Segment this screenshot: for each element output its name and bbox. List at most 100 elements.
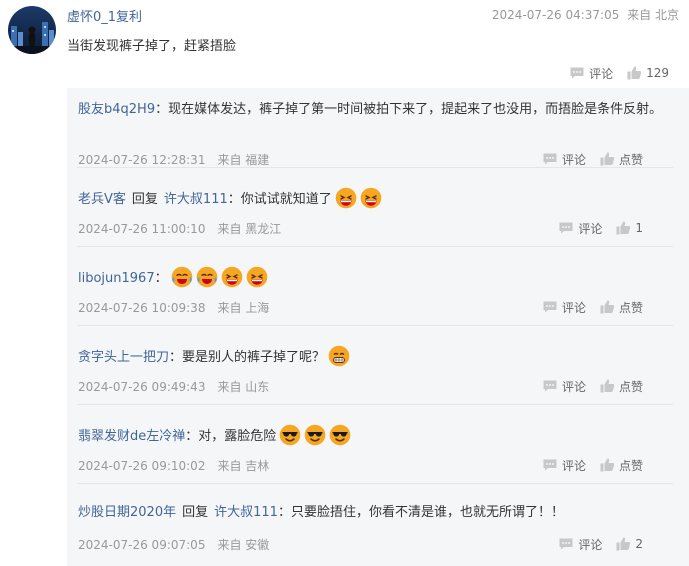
reply-content: libojun1967： bbox=[78, 266, 668, 289]
reply-comment-button[interactable]: 评论 bbox=[542, 299, 586, 316]
reply-like-label: 1 bbox=[635, 221, 643, 235]
reply-comment-button[interactable]: 评论 bbox=[542, 378, 586, 395]
reply-keyword: 回复 bbox=[182, 505, 209, 520]
reply-like-label: 点赞 bbox=[618, 379, 643, 394]
reply-like-button[interactable]: 点赞 bbox=[600, 151, 643, 168]
reply-item: libojun1967： 2024-07-26 10:09:38 来自 上海 评论 点赞 bbox=[67, 246, 673, 325]
reply-actions: 评论 1 bbox=[558, 219, 643, 237]
reply-comment-label: 评论 bbox=[561, 379, 586, 394]
reply-item: 老兵V客 回复 许大叔111：你试试就知道了 2024-07-26 11:00:10 来… bbox=[67, 167, 673, 246]
main-comment-location: 来自 北京 bbox=[627, 8, 679, 22]
reply-text: ：要是别人的裤子掉了呢？ bbox=[169, 350, 326, 365]
main-comment-username[interactable]: 虚怀0_1复利 bbox=[67, 6, 142, 25]
reply-username[interactable]: libojun1967 bbox=[78, 271, 155, 286]
comment-icon bbox=[542, 379, 558, 393]
sunglasses-emoji bbox=[329, 424, 351, 446]
reply-item: 股友b4q2H9：现在媒体发达，裤子掉了第一时间被拍下来了，提起来了也没用，而捂… bbox=[67, 88, 673, 167]
reply-content: 贪字头上一把刀：要是别人的裤子掉了呢？ bbox=[78, 345, 668, 368]
reply-content: 炒股日期2020年 回复 许大叔111：只要脸捂住，你看不清是谁，也就无所谓了！！ bbox=[78, 503, 668, 523]
reply-actions: 评论 点赞 bbox=[542, 298, 643, 316]
reply-content: 股友b4q2H9：现在媒体发达，裤子掉了第一时间被拍下来了，提起来了也没用，而捂… bbox=[78, 100, 668, 120]
reply-username[interactable]: 股友b4q2H9 bbox=[78, 102, 155, 117]
comment-button[interactable]: 评论 bbox=[569, 65, 613, 82]
reply-divider bbox=[77, 404, 673, 405]
thumbs-up-icon bbox=[600, 300, 615, 314]
reply-actions: 评论 点赞 bbox=[542, 456, 643, 474]
reply-actions: 评论 点赞 bbox=[542, 377, 643, 395]
reply-like-label: 2 bbox=[635, 537, 643, 551]
reply-username[interactable]: 贪字头上一把刀 bbox=[78, 350, 169, 365]
main-comment: 虚怀0_1复利 2024-07-26 04:37:05 来自 北京 当街发现裤子… bbox=[0, 0, 689, 88]
reply-datetime: 2024-07-26 09:10:02 bbox=[78, 459, 206, 473]
reply-datetime: 2024-07-26 12:28:31 bbox=[78, 153, 206, 167]
reply-like-label: 点赞 bbox=[618, 152, 643, 167]
reply-location: 来自 福建 bbox=[217, 153, 270, 167]
thumbs-up-icon bbox=[616, 537, 631, 551]
laughing-emoji bbox=[360, 187, 382, 209]
reply-divider bbox=[77, 483, 673, 484]
reply-like-label: 点赞 bbox=[618, 300, 643, 315]
reply-target-username[interactable]: 许大叔111 bbox=[214, 505, 278, 520]
reply-text: ：只要脸捂住，你看不清是谁，也就无所谓了！！ bbox=[277, 505, 564, 520]
reply-meta: 2024-07-26 12:28:31 来自 福建 bbox=[78, 151, 269, 168]
reply-location: 来自 上海 bbox=[217, 301, 270, 315]
thumbs-up-icon bbox=[600, 458, 615, 472]
main-comment-text: 当街发现裤子掉了，赶紧捂脸 bbox=[67, 39, 237, 54]
reply-actions: 评论 点赞 bbox=[542, 150, 643, 168]
comment-icon bbox=[542, 152, 558, 166]
like-button[interactable]: 129 bbox=[627, 66, 669, 80]
crying-laughing-emoji bbox=[196, 266, 218, 288]
reply-comment-button[interactable]: 评论 bbox=[558, 220, 602, 237]
comment-icon bbox=[542, 458, 558, 472]
reply-username[interactable]: 炒股日期2020年 bbox=[78, 505, 176, 520]
reply-like-button[interactable]: 点赞 bbox=[600, 457, 643, 474]
reply-content: 老兵V客 回复 许大叔111：你试试就知道了 bbox=[78, 187, 668, 210]
reply-like-button[interactable]: 1 bbox=[616, 221, 643, 235]
reply-comment-label: 评论 bbox=[578, 537, 603, 552]
reply-item: 翡翠发财de左冷禅：对，露脸危险 2024-07-26 09:10:02 来自 吉林… bbox=[67, 404, 673, 483]
sunglasses-emoji bbox=[304, 424, 326, 446]
reply-text: ：对，露脸危险 bbox=[185, 429, 277, 444]
reply-location: 来自 山东 bbox=[217, 380, 270, 394]
laughing-emoji bbox=[335, 187, 357, 209]
comment-thread: 虚怀0_1复利 2024-07-26 04:37:05 来自 北京 当街发现裤子… bbox=[0, 0, 689, 566]
reply-comment-label: 评论 bbox=[561, 152, 586, 167]
reply-meta: 2024-07-26 10:09:38 来自 上海 bbox=[78, 299, 269, 316]
avatar[interactable] bbox=[8, 6, 56, 54]
reply-username[interactable]: 老兵V客 bbox=[78, 192, 126, 207]
grinning-emoji bbox=[328, 345, 350, 367]
main-comment-datetime: 2024-07-26 04:37:05 bbox=[491, 8, 620, 22]
comment-icon bbox=[558, 537, 574, 551]
reply-divider bbox=[77, 325, 673, 326]
reply-datetime: 2024-07-26 09:49:43 bbox=[78, 380, 206, 394]
reply-location: 来自 安徽 bbox=[217, 538, 270, 552]
reply-username[interactable]: 翡翠发财de左冷禅 bbox=[78, 429, 185, 444]
reply-comment-label: 评论 bbox=[578, 221, 603, 236]
reply-target-username[interactable]: 许大叔111 bbox=[164, 192, 228, 207]
thumbs-up-icon bbox=[600, 152, 615, 166]
reply-comment-button[interactable]: 评论 bbox=[542, 151, 586, 168]
reply-item: 贪字头上一把刀：要是别人的裤子掉了呢？ 2024-07-26 09:49:43 来自… bbox=[67, 325, 673, 404]
reply-comment-button[interactable]: 评论 bbox=[542, 457, 586, 474]
reply-text: ：现在媒体发达，裤子掉了第一时间被拍下来了，提起来了也没用，而捂脸是条件反射。 bbox=[155, 102, 663, 117]
comment-icon bbox=[558, 221, 574, 235]
comment-icon bbox=[569, 66, 585, 80]
reply-comment-label: 评论 bbox=[561, 458, 586, 473]
reply-like-button[interactable]: 2 bbox=[616, 537, 643, 551]
reply-text: ： bbox=[154, 271, 168, 286]
reply-divider bbox=[77, 167, 673, 168]
reply-datetime: 2024-07-26 11:00:10 bbox=[78, 222, 206, 236]
main-comment-meta: 2024-07-26 04:37:05 来自 北京 bbox=[492, 6, 679, 23]
reply-comment-button[interactable]: 评论 bbox=[558, 536, 602, 553]
reply-meta: 2024-07-26 09:07:05 来自 安徽 bbox=[78, 536, 269, 553]
reply-datetime: 2024-07-26 09:07:05 bbox=[78, 538, 206, 552]
reply-like-button[interactable]: 点赞 bbox=[600, 299, 643, 316]
laughing-emoji bbox=[246, 266, 268, 288]
replies-panel: 股友b4q2H9：现在媒体发达，裤子掉了第一时间被拍下来了，提起来了也没用，而捂… bbox=[67, 88, 689, 566]
reply-item: 炒股日期2020年 回复 许大叔111：只要脸捂住，你看不清是谁，也就无所谓了！！ 2… bbox=[67, 483, 673, 562]
reply-meta: 2024-07-26 09:10:02 来自 吉林 bbox=[78, 457, 269, 474]
reply-keyword: 回复 bbox=[131, 192, 158, 207]
thumbs-up-icon bbox=[600, 379, 615, 393]
thumbs-up-icon bbox=[616, 221, 631, 235]
reply-like-button[interactable]: 点赞 bbox=[600, 378, 643, 395]
